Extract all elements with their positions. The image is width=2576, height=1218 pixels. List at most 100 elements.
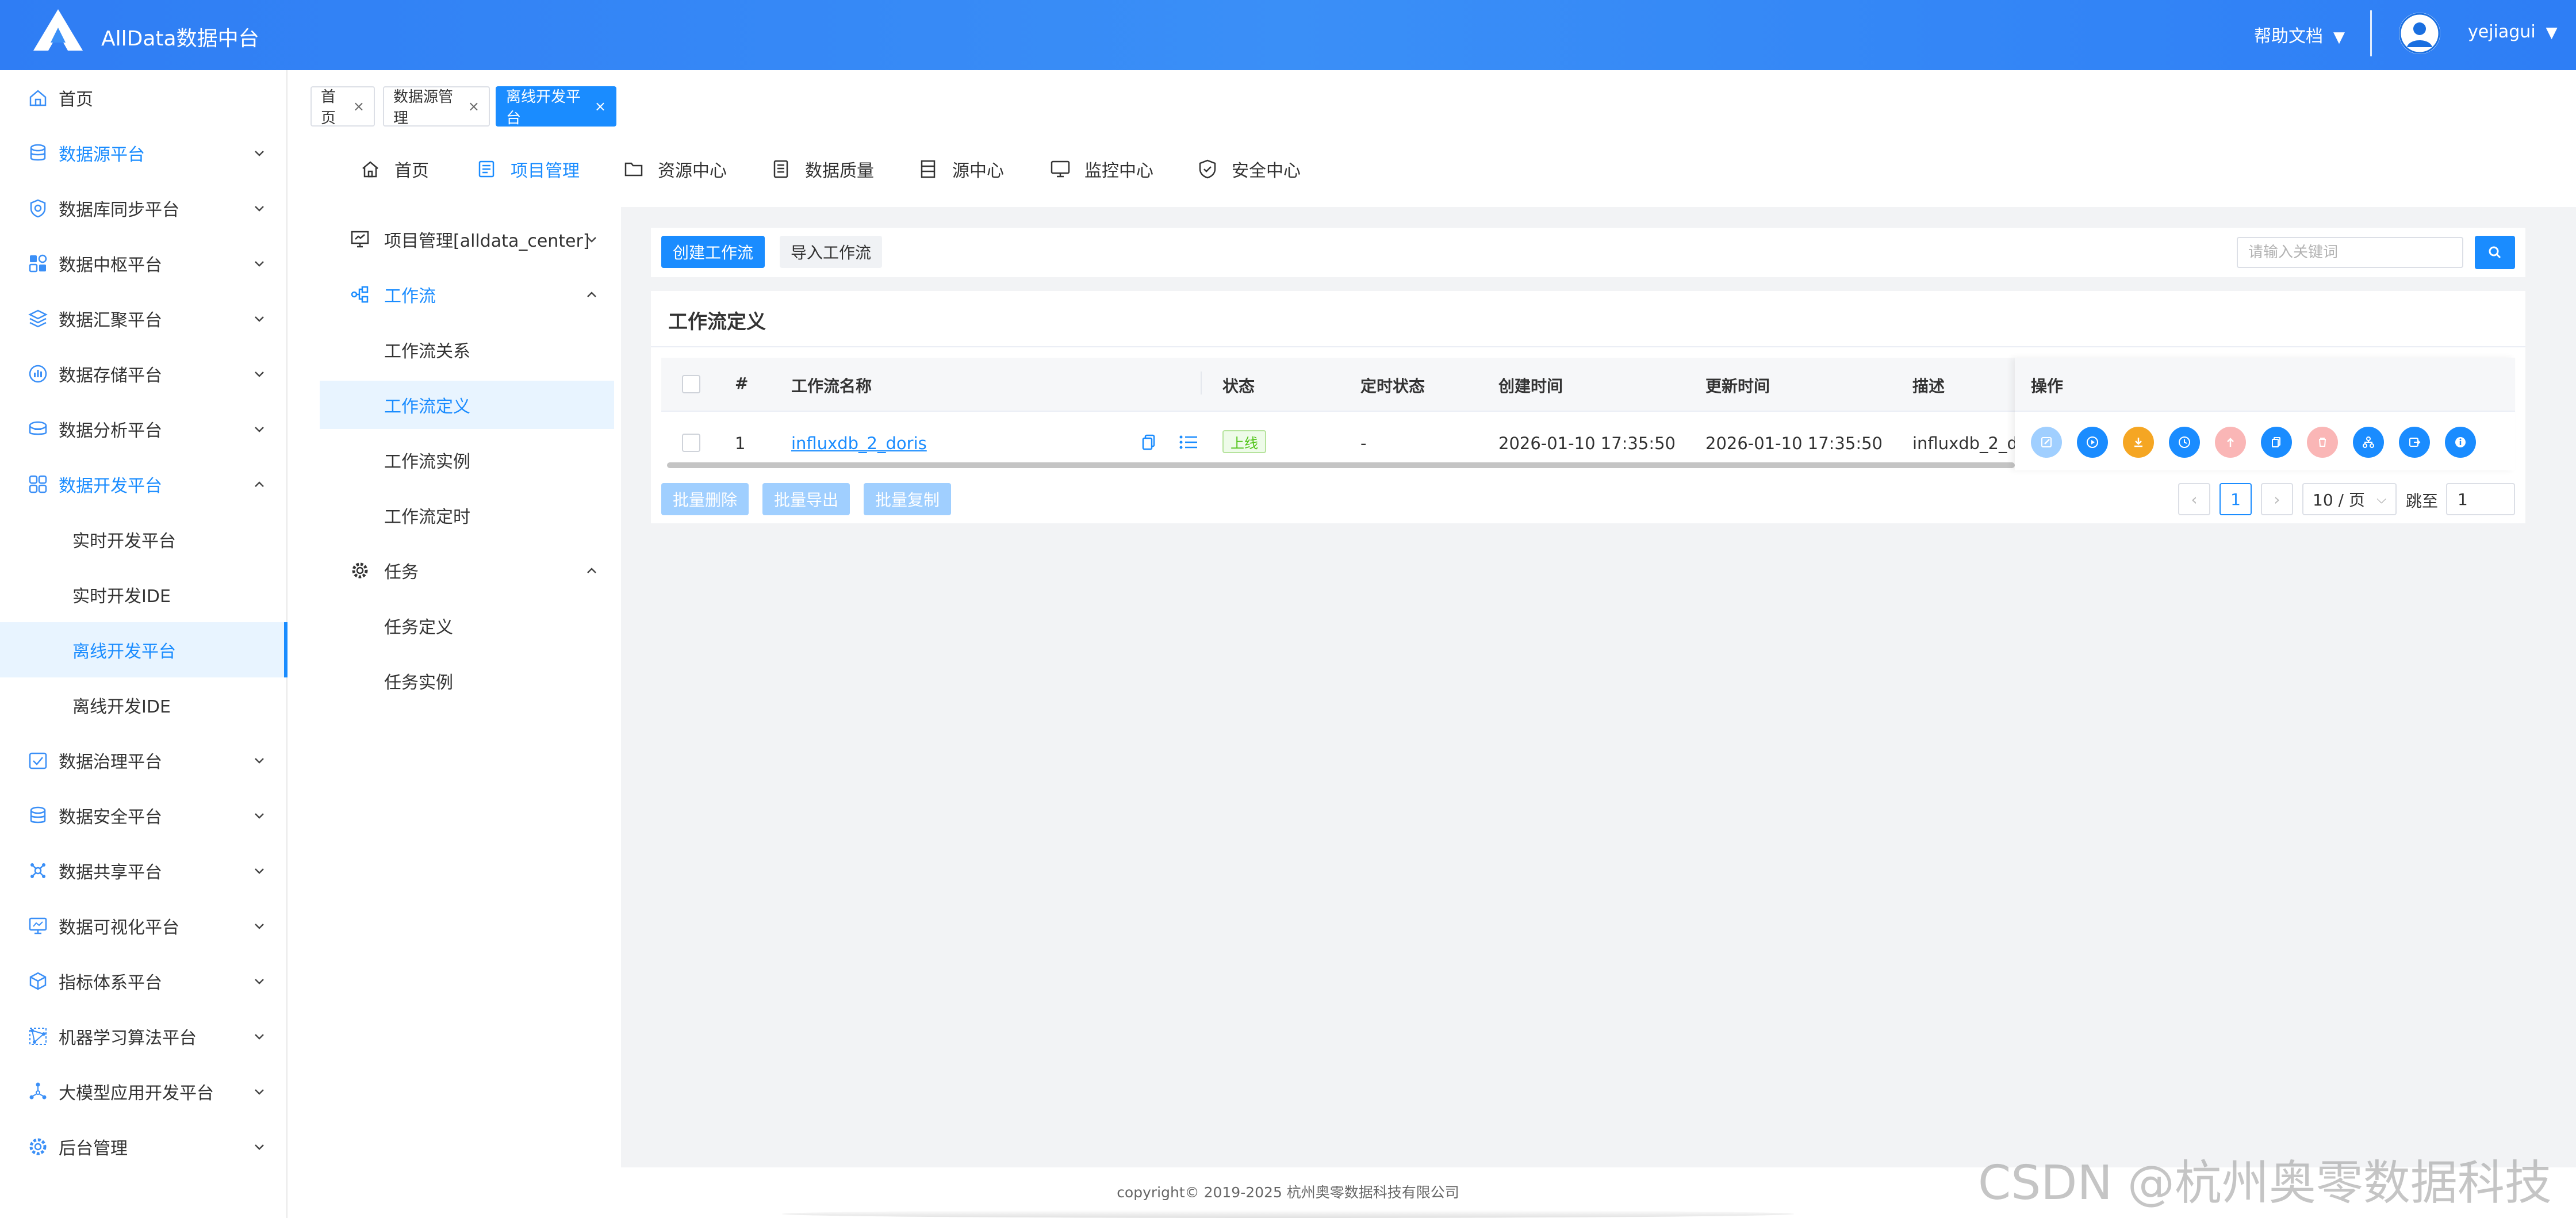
sidebar-item-label: 数据可视化平台 <box>59 918 179 938</box>
sidebar-item-data-hub[interactable]: 数据中枢平台 <box>0 236 288 291</box>
batch-copy-button[interactable]: 批量复制 <box>864 483 951 515</box>
subnav-task-instance[interactable]: 任务实例 <box>320 657 614 705</box>
search-button[interactable] <box>2475 236 2515 269</box>
subnav-workflow[interactable]: 工作流 <box>320 270 614 319</box>
sidebar-item-security[interactable]: 数据安全平台 <box>0 788 288 843</box>
security-icon <box>30 806 46 824</box>
topnav-label: 首页 <box>394 161 429 181</box>
sidebar-item-offline-dev[interactable]: 离线开发平台 <box>0 622 288 677</box>
sidebar-item-realtime-dev[interactable]: 实时开发平台 <box>0 512 288 567</box>
top-header: AllData数据中台 帮助文档 ▼ yejiagui ▼ <box>0 0 2576 70</box>
sidebar-item-data-storage[interactable]: 数据存储平台 <box>0 346 288 401</box>
tab-label: 离线开发平台 <box>506 89 581 127</box>
import-workflow-button[interactable]: 导入工作流 <box>780 236 882 268</box>
column-resize-handle[interactable] <box>1201 371 1202 394</box>
topnav-resource-center[interactable]: 资源中心 <box>623 155 727 183</box>
topnav-monitor-center[interactable]: 监控中心 <box>1050 155 1153 183</box>
topnav-source-center[interactable]: 源中心 <box>918 155 1004 183</box>
sidebar-item-label: 大模型应用开发平台 <box>59 1083 214 1104</box>
tab-home[interactable]: 首页 × <box>310 86 375 127</box>
sidebar-item-llm-dev[interactable]: 大模型应用开发平台 <box>0 1064 288 1119</box>
topnav-label: 监控中心 <box>1084 161 1153 181</box>
subnav-label: 任务实例 <box>384 673 453 693</box>
sidebar-item-db-sync[interactable]: 数据库同步平台 <box>0 181 288 236</box>
sidebar-item-admin[interactable]: 后台管理 <box>0 1119 288 1174</box>
sidebar-item-home[interactable]: 首页 <box>0 70 288 125</box>
alldata-logo-icon[interactable] <box>32 7 84 53</box>
page-size-select[interactable]: 10 / 页 ⌵ <box>2302 483 2397 515</box>
sidebar-item-sharing[interactable]: 数据共享平台 <box>0 843 288 898</box>
list-icon[interactable] <box>1179 434 1198 451</box>
topnav-home[interactable]: 首页 <box>360 155 429 183</box>
sidebar-item-datasource[interactable]: 数据源平台 <box>0 125 288 181</box>
sidebar-item-label: 数据分析平台 <box>59 421 162 441</box>
subnav-task-definition[interactable]: 任务定义 <box>320 602 614 650</box>
tree-view-button[interactable] <box>2353 427 2384 458</box>
subnav-label: 工作流定时 <box>384 507 470 527</box>
subnav-workflow-instance[interactable]: 工作流实例 <box>320 436 614 484</box>
close-icon[interactable]: × <box>353 98 365 114</box>
publish-button[interactable] <box>2215 427 2246 458</box>
subnav-project[interactable]: 项目管理[alldata_center] <box>320 215 614 263</box>
run-button[interactable] <box>2077 427 2108 458</box>
delete-button[interactable] <box>2307 427 2338 458</box>
subnav-workflow-definition[interactable]: 工作流定义 <box>320 381 614 429</box>
tab-datasource-mgmt[interactable]: 数据源管理 × <box>383 86 490 127</box>
storage-icon <box>29 365 47 383</box>
sidebar-item-governance[interactable]: 数据治理平台 <box>0 733 288 788</box>
project-sidebar: 项目管理[alldata_center] 工作流 工作流关系 工作流定义 工作流… <box>310 207 621 1173</box>
next-page-button[interactable]: › <box>2261 483 2293 515</box>
sidebar-item-visualization[interactable]: 数据可视化平台 <box>0 898 288 953</box>
caret-down-icon: ▼ <box>2546 24 2558 41</box>
tab-offline-dev[interactable]: 离线开发平台 × <box>496 86 616 127</box>
select-all-checkbox[interactable] <box>682 375 700 393</box>
close-icon[interactable]: × <box>595 98 606 114</box>
edit-button[interactable] <box>2031 427 2062 458</box>
copy-workflow-button[interactable] <box>2261 427 2292 458</box>
sidebar-item-realtime-ide[interactable]: 实时开发IDE <box>0 567 288 622</box>
sidebar-item-data-analysis[interactable]: 数据分析平台 <box>0 401 288 457</box>
help-docs-menu[interactable]: 帮助文档 ▼ <box>2254 22 2345 47</box>
topnav-data-quality[interactable]: 数据质量 <box>770 155 874 183</box>
subnav-workflow-relation[interactable]: 工作流关系 <box>320 325 614 374</box>
chevron-down-icon: ⌵ <box>2376 492 2386 507</box>
row-checkbox[interactable] <box>682 434 700 452</box>
topnav-project-mgmt[interactable]: 项目管理 <box>476 155 580 183</box>
subnav-workflow-schedule[interactable]: 工作流定时 <box>320 491 614 539</box>
create-workflow-button[interactable]: 创建工作流 <box>661 236 765 268</box>
schedule-button[interactable] <box>2169 427 2200 458</box>
page-1-button[interactable]: 1 <box>2220 483 2252 515</box>
folder-icon <box>624 162 643 177</box>
sidebar-item-data-dev[interactable]: 数据开发平台 <box>0 457 288 512</box>
jump-label: 跳至 <box>2406 492 2439 511</box>
workflow-name-link[interactable]: influxdb_2_doris <box>791 434 927 453</box>
column-header-index: # <box>735 374 749 393</box>
sidebar-item-label: 离线开发IDE <box>72 697 171 717</box>
table-horizontal-scrollbar[interactable] <box>667 462 2015 468</box>
info-button[interactable] <box>2445 427 2476 458</box>
subnav-label: 任务 <box>384 562 419 583</box>
chevron-up-icon <box>587 292 596 297</box>
export-button[interactable] <box>2399 427 2430 458</box>
batch-delete-button[interactable]: 批量删除 <box>661 483 749 515</box>
page-size-value: 10 / 页 <box>2313 491 2365 510</box>
copy-icon[interactable] <box>1141 434 1157 451</box>
search-input[interactable] <box>2237 237 2463 268</box>
jump-page-input[interactable]: 1 <box>2446 483 2515 515</box>
sidebar-item-ml[interactable]: 机器学习算法平台 <box>0 1009 288 1064</box>
prev-page-button[interactable]: ‹ <box>2178 483 2210 515</box>
schedule-status: - <box>1360 434 1367 453</box>
sidebar-item-metrics[interactable]: 指标体系平台 <box>0 953 288 1009</box>
sidebar-item-offline-ide[interactable]: 离线开发IDE <box>0 677 288 733</box>
topnav-label: 数据质量 <box>805 161 874 181</box>
subnav-task[interactable]: 任务 <box>320 546 614 595</box>
sync-icon <box>30 199 46 218</box>
batch-export-button[interactable]: 批量导出 <box>762 483 850 515</box>
download-button[interactable] <box>2123 427 2154 458</box>
close-icon[interactable]: × <box>468 98 480 114</box>
topnav-security-center[interactable]: 安全中心 <box>1197 155 1301 183</box>
user-menu[interactable]: yejiagui ▼ <box>2468 22 2558 42</box>
avatar[interactable] <box>2399 13 2440 54</box>
layers-icon <box>28 309 48 328</box>
sidebar-item-data-aggregation[interactable]: 数据汇聚平台 <box>0 291 288 346</box>
